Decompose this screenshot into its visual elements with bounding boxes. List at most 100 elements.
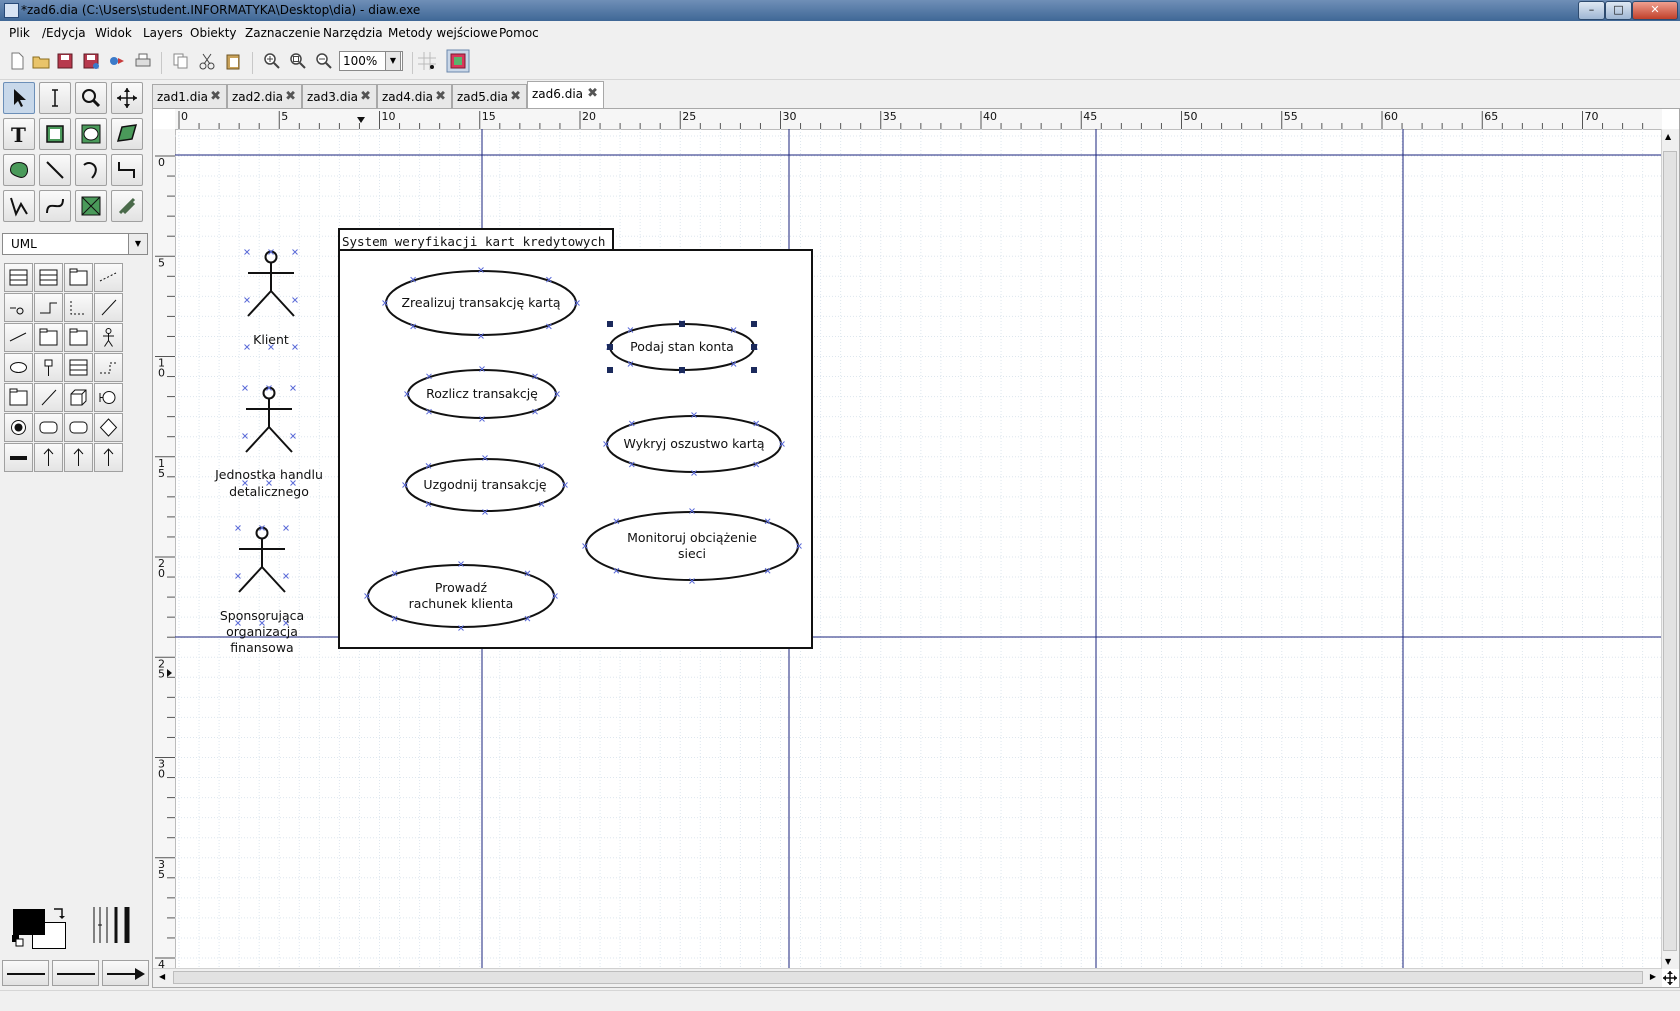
realizes-shape[interactable] [4,293,33,322]
actor-sponsor[interactable]: Sponsorującaorganizacjafinansowa [220,525,304,656]
scroll-down-icon[interactable]: ▼ [1665,957,1671,966]
text-tool[interactable]: T [3,118,35,150]
tab-zad3[interactable]: zad3.dia ✖ [302,84,377,108]
selection-handle[interactable] [679,367,685,373]
outline-tool[interactable] [111,190,143,222]
selection-handle[interactable] [679,321,685,327]
save-as-icon[interactable] [82,52,100,70]
pointer-tool[interactable] [3,82,35,114]
actor-jednostka[interactable]: Jednostka handlu detalicznego [214,385,323,500]
tab-zad4[interactable]: zad4.dia ✖ [377,84,452,108]
lifeline-shape[interactable] [34,353,63,382]
use-case-shape[interactable] [4,353,33,382]
snap-to-grid-icon[interactable] [418,52,436,70]
menu-edycja[interactable]: /Edycja [42,26,86,40]
use-case-uc6[interactable]: Monitoruj obciążeniesieci [582,508,802,584]
close-icon[interactable]: ✖ [360,89,371,104]
minimize-button[interactable]: – [1578,1,1605,20]
use-case-uc7[interactable]: Prowadźrachunek klienta [364,561,558,631]
use-case-uc2[interactable]: Podaj stan konta [606,320,758,374]
line-style-selector[interactable] [52,960,99,986]
chevron-down-icon[interactable]: ▼ [128,234,147,254]
tab-zad6[interactable]: zad6.dia ✖ [527,81,604,108]
menu-zaznaczenie[interactable]: Zaznaczenie [245,26,320,40]
interface-shape[interactable] [94,443,123,472]
close-icon[interactable]: ✖ [210,89,221,104]
beziergon-tool[interactable] [3,154,35,186]
constraint-shape[interactable] [4,323,33,352]
swap-colors-icon[interactable] [52,906,66,920]
implements-shape[interactable] [94,293,123,322]
close-icon[interactable]: ✖ [435,89,446,104]
menu-narzedzia[interactable]: Narzędzia [323,26,383,40]
selection-handle[interactable] [607,321,613,327]
open-file-icon[interactable] [32,52,50,70]
paste-icon[interactable] [224,52,242,70]
maximize-button[interactable]: □ [1605,1,1632,20]
state-term-shape[interactable] [4,413,33,442]
scroll-left-icon[interactable]: ◀ [159,972,165,981]
component-feature-shape[interactable] [34,383,63,412]
menu-pomoc[interactable]: Pomoc [499,26,539,40]
menu-metody-wejsciowe[interactable]: Metody wejściowe [388,26,498,40]
template-class-shape[interactable] [34,263,63,292]
close-icon[interactable]: ✖ [285,89,296,104]
ellipse-tool[interactable] [75,118,107,150]
use-case-uc3[interactable]: Rozlicz transakcję [404,366,560,422]
activity-shape[interactable] [64,413,93,442]
scroll-tool[interactable] [111,82,143,114]
node-shape[interactable] [64,383,93,412]
message-shape[interactable] [94,353,123,382]
note-shape[interactable] [64,263,93,292]
close-icon[interactable]: ✖ [510,89,521,104]
copy-icon[interactable] [172,52,190,70]
arc-tool[interactable] [75,154,107,186]
box-tool[interactable] [39,118,71,150]
vertical-scrollbar[interactable]: ▲ ▼ [1661,129,1679,969]
navigation-icon[interactable] [1663,971,1677,985]
tab-zad2[interactable]: zad2.dia ✖ [227,84,302,108]
class-shape[interactable] [4,263,33,292]
magnify-tool[interactable] [75,82,107,114]
menu-layers[interactable]: Layers [143,26,183,40]
fork-shape[interactable] [4,443,33,472]
text-edit-tool[interactable] [39,82,71,114]
diagram-canvas[interactable]: System weryfikacji kart kredytowych Klien… [175,129,1662,970]
polygon-tool[interactable] [111,118,143,150]
sheet-selector[interactable]: UML ▼ [2,233,148,255]
large-package-shape[interactable] [64,323,93,352]
association-shape[interactable] [64,293,93,322]
export-icon[interactable] [108,52,126,70]
start-arrow-selector[interactable] [2,960,49,986]
other-shape[interactable] [64,443,93,472]
tab-zad5[interactable]: zad5.dia ✖ [452,84,527,108]
menu-obiekty[interactable]: Obiekty [190,26,237,40]
transition-shape[interactable] [34,443,63,472]
selection-handle[interactable] [751,321,757,327]
image-tool[interactable] [75,190,107,222]
close-button[interactable]: ✕ [1632,1,1678,20]
branch-shape[interactable] [94,413,123,442]
selection-handle[interactable] [751,344,757,350]
actor-shape[interactable] [94,323,123,352]
reset-colors-icon[interactable] [12,935,24,947]
save-icon[interactable] [56,52,74,70]
bezier-tool[interactable] [39,190,71,222]
use-case-uc4[interactable]: Wykryj oszustwo kartą [603,412,785,476]
classicon-shape[interactable] [94,383,123,412]
horizontal-scroll-thumb[interactable] [173,971,1643,984]
polyline-tool[interactable] [3,190,35,222]
line-width-icon[interactable] [90,905,134,945]
menu-widok[interactable]: Widok [95,26,132,40]
scroll-right-icon[interactable]: ▶ [1650,972,1656,981]
actor-klient[interactable]: Klient [244,249,298,350]
dependency-shape[interactable] [94,263,123,292]
close-icon[interactable]: ✖ [587,86,598,101]
scroll-up-icon[interactable]: ▲ [1665,132,1671,141]
new-file-icon[interactable] [8,52,26,70]
object-snap-icon[interactable] [446,49,470,73]
zigzag-tool[interactable] [111,154,143,186]
vertical-scroll-thumb[interactable] [1663,151,1677,951]
zoom-in-icon[interactable] [263,52,281,70]
zoom-dropdown-button[interactable]: ▼ [385,51,401,71]
